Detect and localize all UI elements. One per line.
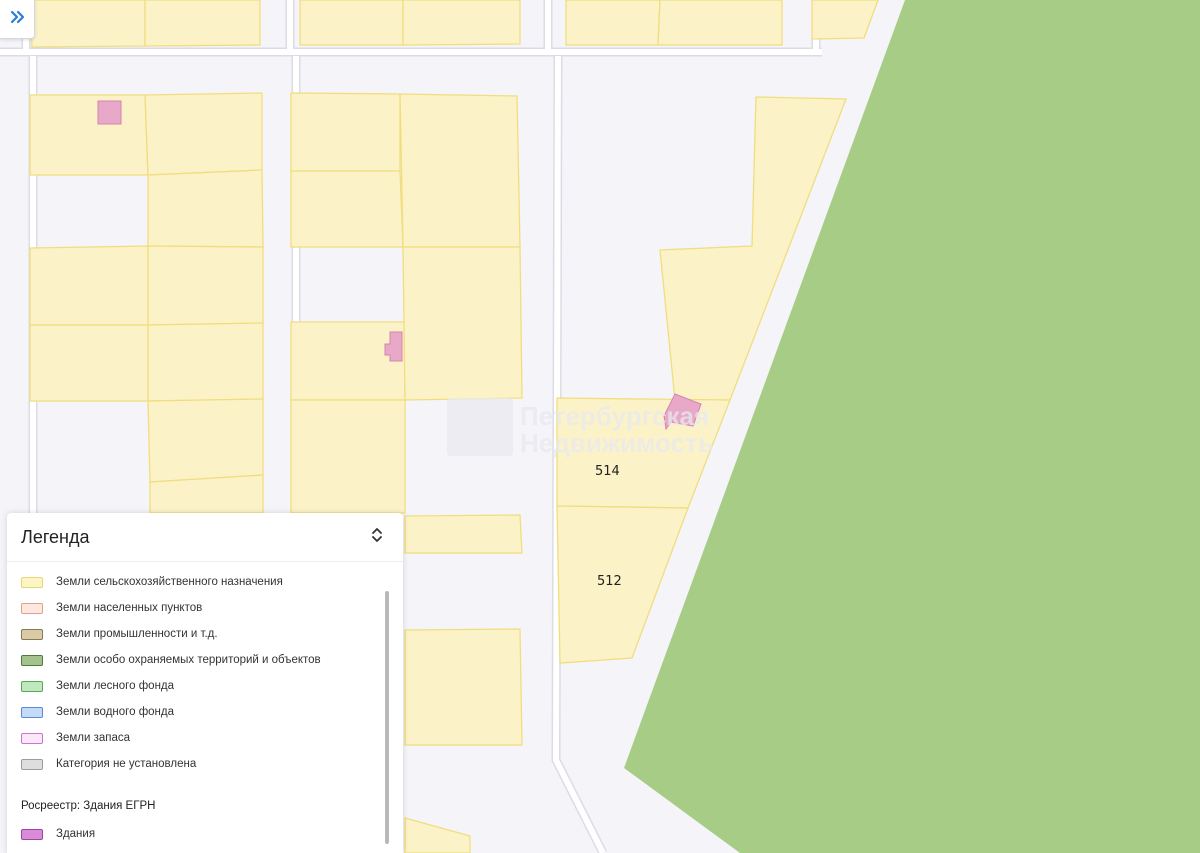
parcel xyxy=(29,0,146,48)
legend-item: Земли водного фонда xyxy=(21,699,381,725)
legend-item: Земли промышленности и т.д. xyxy=(21,621,381,647)
parcel xyxy=(29,94,149,176)
parcel xyxy=(404,628,523,746)
legend-item-label: Земли особо охраняемых территорий и объе… xyxy=(56,654,321,666)
legend-swatch xyxy=(21,654,43,666)
parcel-label-514: 514 xyxy=(595,464,620,479)
parcel-label-512: 512 xyxy=(597,574,622,589)
parcel xyxy=(290,92,401,172)
watermark: Петербургская Недвижимость xyxy=(447,398,714,458)
legend-header: Легенда xyxy=(7,513,403,562)
parcel xyxy=(404,514,523,554)
parcel xyxy=(399,93,521,248)
parcel xyxy=(147,322,264,402)
legend-swatch xyxy=(21,628,43,640)
legend-item-label: Земли сельскохозяйственного назначения xyxy=(56,576,283,588)
parcel xyxy=(147,398,264,483)
legend-scrollbar-thumb[interactable] xyxy=(385,591,389,844)
parcel xyxy=(402,0,521,46)
legend-collapse-button[interactable] xyxy=(367,527,387,547)
parcel xyxy=(29,324,149,402)
legend-item: Земли населенных пунктов xyxy=(21,595,381,621)
legend-panel: Легенда Земли сельскохозяйственного назн… xyxy=(7,513,403,853)
parcel xyxy=(290,170,404,248)
legend-item: Земли лесного фонда xyxy=(21,673,381,699)
parcel xyxy=(149,474,264,514)
legend-list: Земли сельскохозяйственного назначения З… xyxy=(21,569,381,777)
legend-section-title: Росреестр: Здания ЕГРН xyxy=(21,800,156,812)
legend-swatch xyxy=(21,706,43,718)
parcel xyxy=(144,0,261,47)
parcel xyxy=(290,399,406,514)
legend-swatch xyxy=(21,576,43,588)
legend-item: Земли особо охраняемых территорий и объе… xyxy=(21,647,381,673)
watermark-line2: Недвижимость xyxy=(520,428,714,458)
legend-item: Категория не установлена xyxy=(21,751,381,777)
parcel xyxy=(299,0,404,46)
building xyxy=(97,100,122,125)
parcel xyxy=(147,169,264,248)
legend-item-label: Земли лесного фонда xyxy=(56,680,175,692)
parcel xyxy=(144,92,263,176)
legend-item-buildings: Здания xyxy=(21,821,95,847)
legend-item-label: Земли запаса xyxy=(56,732,131,744)
legend-item: Земли запаса xyxy=(21,725,381,751)
legend-swatch xyxy=(21,680,43,692)
parcel xyxy=(657,0,783,46)
parcel xyxy=(290,321,406,401)
legend-swatch xyxy=(21,758,43,770)
legend-swatch xyxy=(21,828,43,840)
parcel xyxy=(147,245,264,326)
legend-item-label: Здания xyxy=(56,828,96,840)
legend-item-label: Земли населенных пунктов xyxy=(56,602,203,614)
legend-item-label: Земли промышленности и т.д. xyxy=(56,628,218,640)
parcel xyxy=(29,245,149,326)
legend-swatch xyxy=(21,602,43,614)
legend-title: Легенда xyxy=(21,526,90,547)
parcel xyxy=(565,0,661,46)
double-chevron-right-icon xyxy=(9,10,25,29)
parcel xyxy=(402,246,523,401)
legend-item: Земли сельскохозяйственного назначения xyxy=(21,569,381,595)
expand-panel-button[interactable] xyxy=(0,0,35,39)
legend-swatch xyxy=(21,732,43,744)
legend-item-label: Земли водного фонда xyxy=(56,706,175,718)
chevron-up-down-icon xyxy=(371,527,383,548)
watermark-line1: Петербургская xyxy=(520,401,709,431)
legend-item-label: Категория не установлена xyxy=(56,758,197,770)
